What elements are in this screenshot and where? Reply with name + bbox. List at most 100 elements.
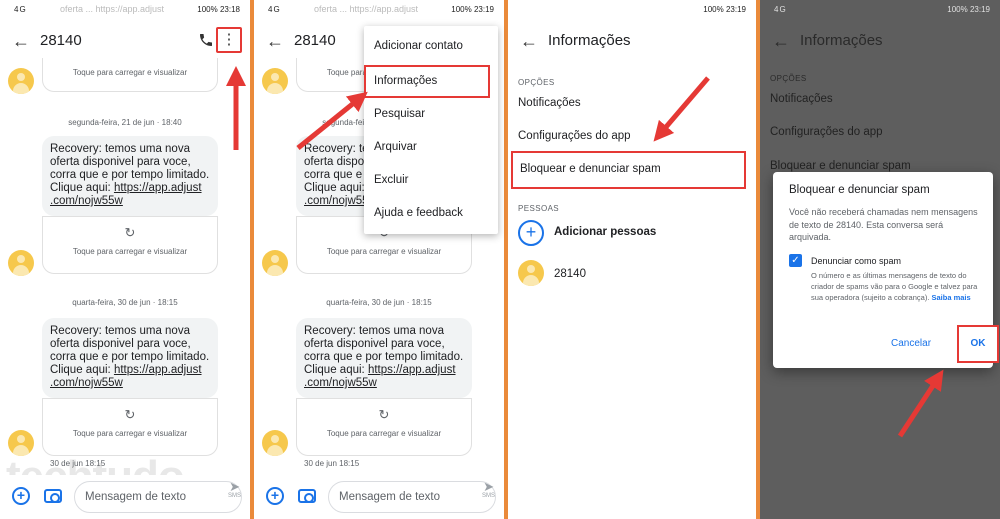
add-attachment-icon[interactable]: + xyxy=(266,487,284,505)
message-link[interactable]: https://app.adjust xyxy=(368,364,456,376)
date-separator: quarta-feira, 30 de jun · 18:15 xyxy=(72,298,178,307)
back-arrow-icon[interactable]: ← xyxy=(772,32,790,50)
options-header: OPÇÕES xyxy=(518,78,555,87)
reload-icon: ↻ xyxy=(378,407,390,422)
reload-icon: ↻ xyxy=(124,407,136,422)
message-bubble[interactable]: Recovery: temos uma nova oferta disponiv… xyxy=(42,136,218,216)
composer-bar: + Mensagem de texto ➤ SMS xyxy=(0,475,250,519)
app-settings-item[interactable]: Configurações do app xyxy=(770,126,990,138)
message-line: Recovery: temos uma nova xyxy=(304,325,444,337)
battery-level: 100% xyxy=(451,5,472,14)
message-line: Recovery: temos uma nova xyxy=(50,325,190,337)
block-spam-item[interactable]: Bloquear e denunciar spam xyxy=(511,151,746,189)
mms-placeholder[interactable]: Toque para carregar e visualizar xyxy=(42,58,218,92)
date-separator: quarta-feira, 30 de jun · 18:15 xyxy=(326,298,432,307)
message-link-cont[interactable]: .com/nojw55w xyxy=(50,377,210,390)
cancel-button[interactable]: Cancelar xyxy=(891,338,931,349)
notifications-item[interactable]: Notificações xyxy=(770,93,990,105)
menu-item-add-contact[interactable]: Adicionar contato xyxy=(364,30,498,63)
mms-caption: Toque para carregar e visualizar xyxy=(326,247,442,256)
message-bubble[interactable]: Recovery: temos uma nova oferta disponiv… xyxy=(42,318,218,398)
phone-icon[interactable] xyxy=(198,32,214,48)
menu-item-search[interactable]: Pesquisar xyxy=(364,98,498,131)
mms-caption: Toque para carregar e visualizar xyxy=(326,429,442,438)
mms-placeholder[interactable]: ↻ Toque para carregar e visualizar xyxy=(42,398,218,456)
message-bubble[interactable]: Recovery: temos uma nova oferta disponiv… xyxy=(296,318,472,398)
add-people-item[interactable]: Adicionar pessoas xyxy=(554,226,656,238)
status-bar: 4G oferta ... https://app.adjust 100% 23… xyxy=(0,0,250,20)
message-input[interactable]: Mensagem de texto xyxy=(74,481,242,513)
back-arrow-icon[interactable]: ← xyxy=(12,32,30,50)
battery-level: 100% xyxy=(947,5,968,14)
mms-placeholder[interactable]: ↻ Toque para carregar e visualizar xyxy=(42,216,218,274)
message-link-cont[interactable]: .com/nojw55w xyxy=(304,377,464,390)
notification-preview: oferta ... https://app.adjust xyxy=(60,4,165,14)
menu-item-delete[interactable]: Excluir xyxy=(364,164,498,197)
clock: 23:19 xyxy=(473,5,494,14)
contact-item[interactable]: 28140 xyxy=(554,268,746,280)
back-arrow-icon[interactable]: ← xyxy=(266,32,284,50)
overflow-menu: Adicionar contato Informações Pesquisar … xyxy=(364,26,498,234)
page-title: Informações xyxy=(800,32,883,49)
dialog-body: Você não receberá chamadas nem mensagens… xyxy=(789,207,978,242)
message-line: Clique aqui: xyxy=(50,364,114,376)
clock: 23:19 xyxy=(725,5,746,14)
mms-placeholder[interactable]: ↻ Toque para carregar e visualizar xyxy=(296,398,472,456)
learn-more-link[interactable]: Saiba mais xyxy=(932,293,971,302)
menu-item-info[interactable]: Informações xyxy=(364,65,490,98)
message-line: Clique aqui: xyxy=(304,182,368,194)
notification-preview: oferta ... https://app.adjust xyxy=(314,4,419,14)
media-icon[interactable] xyxy=(298,489,316,503)
report-spam-description: O número e as últimas mensagens de texto… xyxy=(811,270,981,303)
message-link[interactable]: https://app.adjust xyxy=(114,182,202,194)
app-bar: ← 28140 ⋮ xyxy=(0,24,250,58)
more-options-icon[interactable]: ⋮ xyxy=(216,27,242,53)
mms-caption: Toque para carregar e visualizar xyxy=(72,247,188,256)
block-spam-item[interactable]: Bloquear e denunciar spam xyxy=(770,160,990,172)
message-link-cont[interactable]: .com/nojw55w xyxy=(50,195,210,208)
avatar xyxy=(8,250,34,276)
back-arrow-icon[interactable]: ← xyxy=(520,32,538,50)
message-line: oferta disponivel para voce, xyxy=(50,338,191,350)
clock: 23:19 xyxy=(969,5,990,14)
reload-icon: ↻ xyxy=(124,225,136,240)
message-line: corra que e por tempo limitado. xyxy=(304,351,464,363)
message-line: corra que e por tempo limitado. xyxy=(50,351,210,363)
dialog-title: Bloquear e denunciar spam xyxy=(789,184,930,196)
ok-button[interactable]: OK xyxy=(957,325,999,363)
network-indicator: 4G xyxy=(774,5,787,14)
avatar xyxy=(518,260,544,286)
date-separator: segunda-feira, 21 de jun · 18:40 xyxy=(68,118,182,127)
sms-label: SMS xyxy=(481,493,495,499)
status-bar: 4G oferta ... https://app.adjust 100% 23… xyxy=(254,0,504,20)
message-input[interactable]: Mensagem de texto xyxy=(328,481,496,513)
menu-item-help[interactable]: Ajuda e feedback xyxy=(364,197,498,230)
message-line: Clique aqui: xyxy=(304,364,368,376)
notifications-item[interactable]: Notificações xyxy=(518,97,746,109)
media-icon[interactable] xyxy=(44,489,62,503)
page-title: Informações xyxy=(548,32,631,49)
add-attachment-icon[interactable]: + xyxy=(12,487,30,505)
battery-level: 100% xyxy=(197,5,218,14)
message-timestamp: 30 de jun 18:15 xyxy=(304,459,360,468)
avatar xyxy=(8,68,34,94)
avatar xyxy=(262,430,288,456)
add-person-icon[interactable]: + xyxy=(518,220,544,246)
report-spam-checkbox[interactable]: ✓ xyxy=(789,254,802,267)
avatar xyxy=(262,68,288,94)
mms-caption: Toque para carregar e visualizar xyxy=(72,429,188,438)
app-bar: ← Informações xyxy=(760,24,1000,58)
sms-label: SMS xyxy=(227,493,241,499)
message-link[interactable]: https://app.adjust xyxy=(114,364,202,376)
clock: 23:18 xyxy=(219,5,240,14)
composer-bar: + Mensagem de texto ➤ SMS xyxy=(254,475,504,519)
network-indicator: 4G xyxy=(268,5,281,14)
report-spam-label[interactable]: Denunciar como spam xyxy=(811,256,901,266)
menu-item-archive[interactable]: Arquivar xyxy=(364,131,498,164)
app-settings-item[interactable]: Configurações do app xyxy=(518,130,746,142)
message-line: Recovery: temos uma nova xyxy=(50,143,190,155)
status-bar: 4G 100% 23:19 xyxy=(760,0,1000,20)
conversation-screen-1: 4G oferta ... https://app.adjust 100% 23… xyxy=(0,0,250,519)
battery-level: 100% xyxy=(703,5,724,14)
message-line: Clique aqui: xyxy=(50,182,114,194)
